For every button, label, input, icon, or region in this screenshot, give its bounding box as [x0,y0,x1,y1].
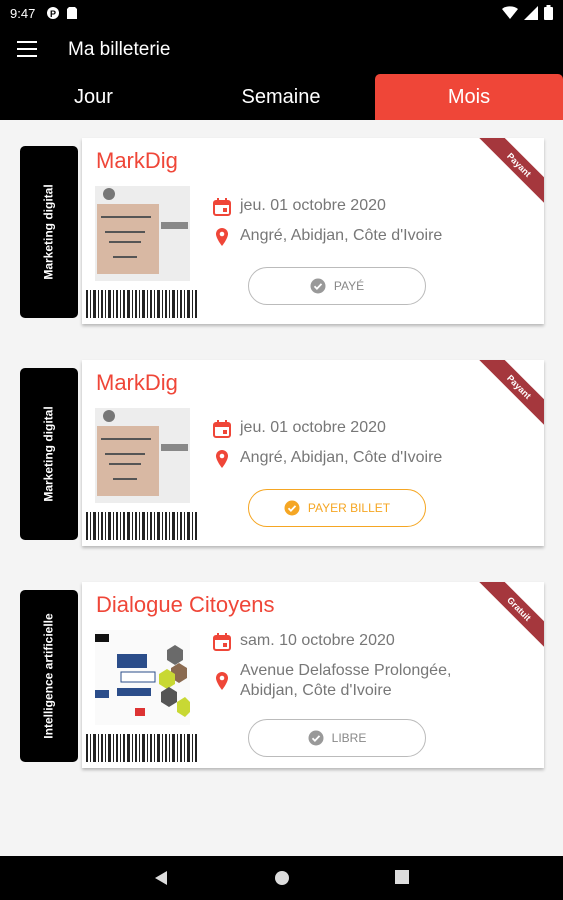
event-title: MarkDig [96,148,178,173]
event-date-row: jeu. 01 octobre 2020 [212,197,386,217]
event-location-row: Angré, Abidjan, Côte d'Ivoire [212,449,442,469]
event-date: sam. 10 octobre 2020 [240,632,395,649]
status-icons [502,5,553,20]
category-label: Marketing digital [42,184,56,280]
barcode-image [86,734,197,762]
sim-card-icon [67,7,77,19]
ticket-status-button[interactable]: LIBRE [248,719,426,757]
check-circle-icon [284,500,300,516]
location-pin-icon [216,228,228,246]
ticket-card[interactable]: Marketing digital Payant MarkDig jeu. 01… [20,138,544,328]
check-circle-icon [310,278,326,294]
price-ribbon: Payant [473,138,544,211]
period-tabs: Jour Semaine Mois [0,74,563,120]
event-title: Dialogue Citoyens [96,592,275,617]
event-location-row: Angré, Abidjan, Côte d'Ivoire [212,227,442,247]
pay-ticket-button[interactable]: PAYER BILLET [248,489,426,527]
event-location: Angré, Abidjan, Côte d'Ivoire [240,227,443,244]
recent-apps-icon[interactable] [395,870,409,884]
event-poster-image [95,186,190,281]
status-bar: 9:47 P [0,0,563,28]
battery-icon [544,5,553,20]
event-date-row: jeu. 01 octobre 2020 [212,419,386,439]
system-nav-bar [0,856,563,900]
location-pin-icon [216,672,228,690]
event-title: MarkDig [96,370,178,395]
event-thumbnail [95,186,190,281]
calendar-icon [213,633,231,651]
event-location: Avenue Delafosse Prolongée, Abidjan, Côt… [240,662,452,699]
event-thumbnail [95,630,190,725]
ticket-card[interactable]: Marketing digital Payant MarkDig jeu. 01… [20,360,544,550]
app-notification-icon: P [47,7,59,19]
category-label: Intelligence artificielle [42,613,57,739]
button-label: LIBRE [331,731,367,745]
price-ribbon: Gratuit [473,582,544,655]
event-poster-image [95,630,190,725]
category-tab: Marketing digital [20,146,78,318]
calendar-icon [213,198,231,216]
event-date: jeu. 01 octobre 2020 [240,197,386,214]
location-pin-icon [216,450,228,468]
svg-text:P: P [50,9,56,19]
barcode-image [86,290,197,318]
page-title: Ma billeterie [68,39,171,60]
home-icon[interactable] [274,870,290,886]
calendar-icon [213,420,231,438]
tab-semaine[interactable]: Semaine [187,74,375,120]
button-label: PAYER BILLET [307,501,391,515]
wifi-icon [502,5,518,19]
category-tab: Marketing digital [20,368,78,540]
back-icon[interactable] [154,870,168,886]
signal-icon [524,5,538,20]
ticket-status-button[interactable]: PAYÉ [248,267,426,305]
category-tab: Intelligence artificielle [20,590,78,762]
event-date-row: sam. 10 octobre 2020 [212,632,395,652]
event-date: jeu. 01 octobre 2020 [240,419,386,436]
event-location-row: Avenue Delafosse Prolongée, Abidjan, Côt… [212,661,512,701]
event-poster-image [95,408,190,503]
status-time: 9:47 [10,6,36,21]
ticket-body: Payant MarkDig jeu. 01 octobre 2020 Angr… [82,360,544,546]
event-thumbnail [95,408,190,503]
app-bar: Ma billeterie [0,28,563,74]
tab-mois[interactable]: Mois [375,74,563,120]
event-location: Angré, Abidjan, Côte d'Ivoire [240,449,443,466]
ticket-body: Payant MarkDig jeu. 01 octobre 2020 Angr… [82,138,544,324]
tab-jour[interactable]: Jour [0,74,187,120]
ticket-body: Gratuit Dialogue Citoyens sam. 10 octobr… [82,582,544,768]
ticket-card[interactable]: Intelligence artificielle Gratuit Dialog… [20,582,544,772]
price-ribbon: Payant [473,360,544,433]
button-label: PAYÉ [333,279,365,293]
category-label: Marketing digital [42,406,56,502]
check-circle-icon [308,730,324,746]
menu-icon[interactable] [17,41,37,57]
barcode-image [86,512,197,540]
